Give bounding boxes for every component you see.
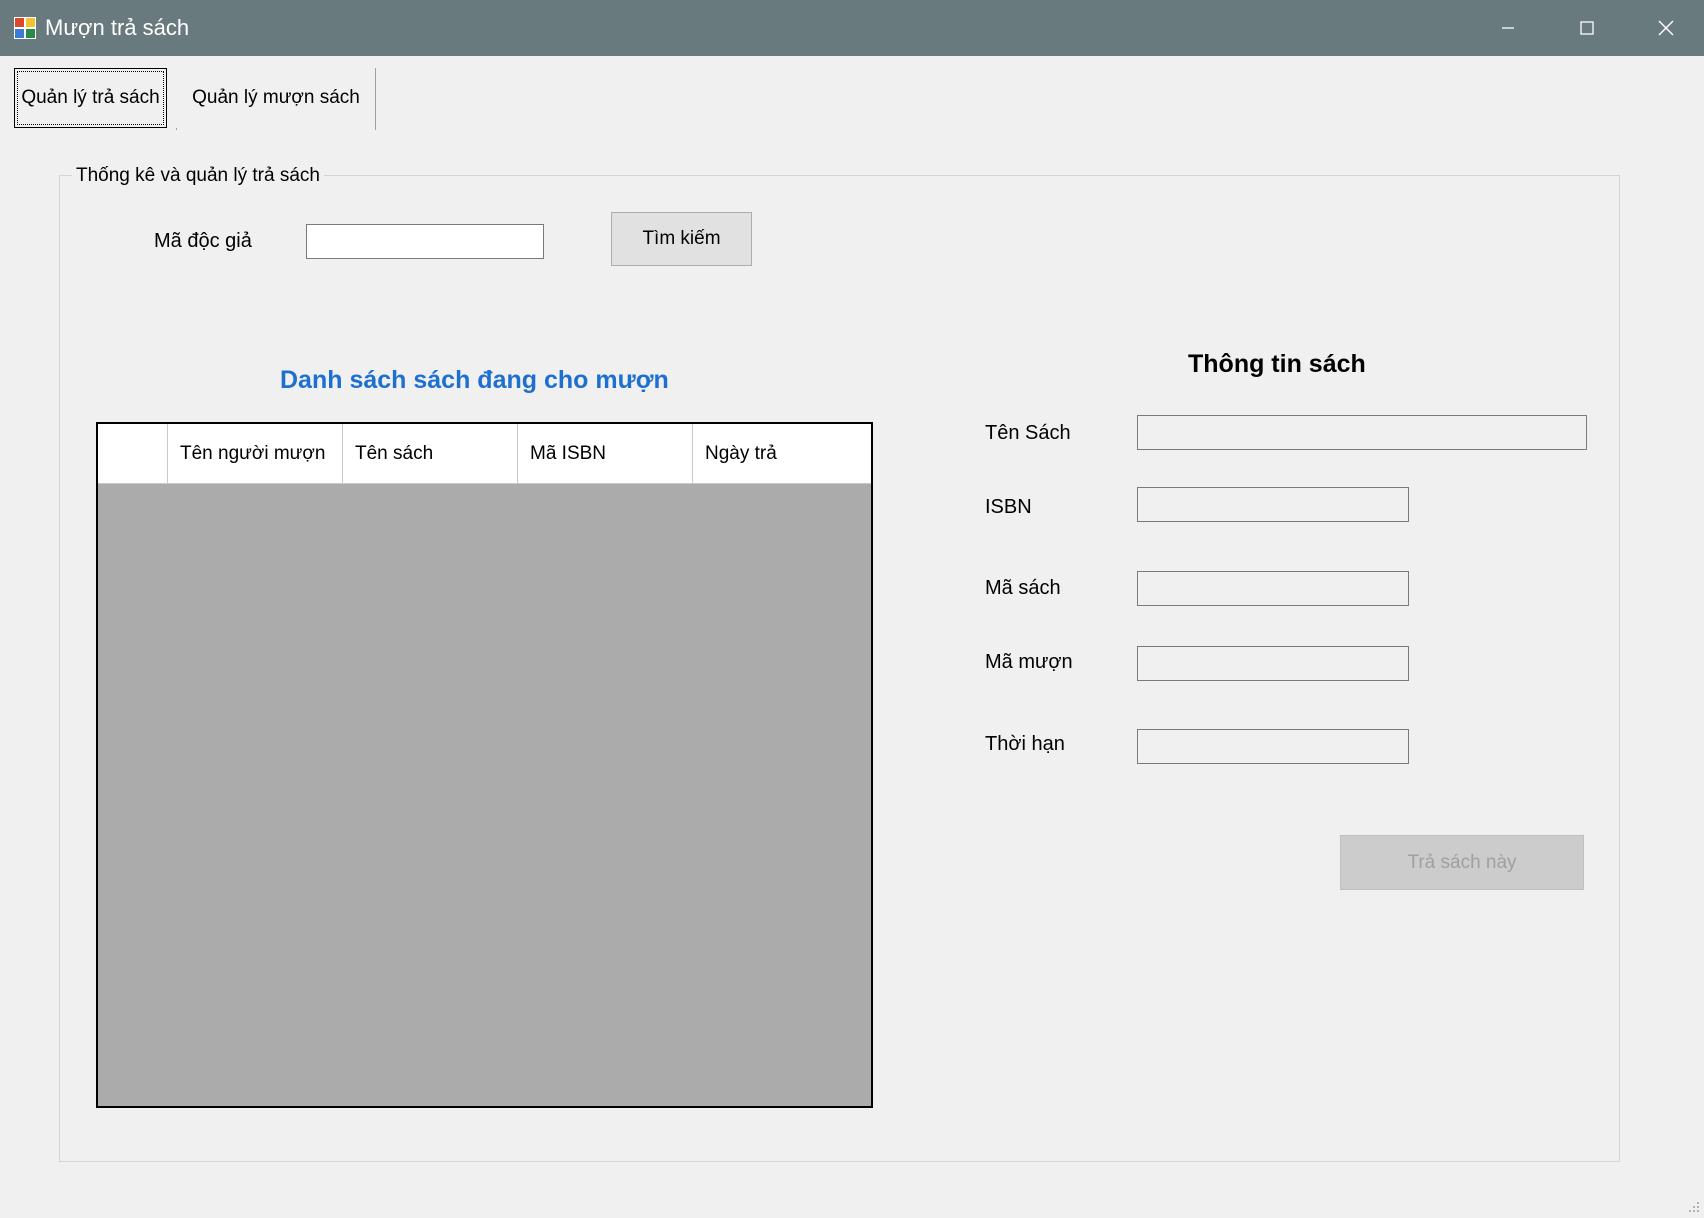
close-icon bbox=[1658, 20, 1674, 36]
minimize-icon bbox=[1502, 27, 1514, 29]
loan-id-label: Mã mượn bbox=[985, 651, 1073, 673]
return-book-button[interactable]: Trả sách này bbox=[1340, 835, 1584, 890]
tab-quan-ly-muon-sach[interactable]: Quản lý mượn sách bbox=[176, 68, 376, 128]
title-bar[interactable]: Mượn trả sách bbox=[0, 0, 1704, 56]
close-button[interactable] bbox=[1626, 0, 1704, 56]
search-button[interactable]: Tìm kiếm bbox=[611, 212, 752, 266]
row-header-cell bbox=[98, 424, 168, 483]
tab-quan-ly-tra-sach[interactable]: Quản lý trả sách bbox=[14, 68, 167, 128]
isbn-field[interactable] bbox=[1137, 487, 1409, 522]
due-date-field[interactable] bbox=[1137, 729, 1409, 764]
table-header: Tên người mượn Tên sách Mã ISBN Ngày trả bbox=[98, 424, 871, 484]
list-title: Danh sách sách đang cho mượn bbox=[280, 366, 669, 394]
group-title: Thống kê và quản lý trả sách bbox=[72, 164, 324, 188]
resize-grip-icon[interactable] bbox=[1688, 1200, 1700, 1212]
tab-divider bbox=[375, 68, 376, 130]
window-title: Mượn trả sách bbox=[45, 15, 190, 40]
minimize-button[interactable] bbox=[1468, 0, 1548, 56]
reader-id-label: Mã độc giả bbox=[154, 230, 252, 252]
borrowed-books-table[interactable]: Tên người mượn Tên sách Mã ISBN Ngày trả bbox=[96, 422, 873, 1108]
book-info-title: Thông tin sách bbox=[1188, 350, 1366, 378]
app-icon bbox=[14, 17, 36, 39]
column-header-borrower-name[interactable]: Tên người mượn bbox=[168, 424, 343, 483]
column-header-return-date[interactable]: Ngày trả bbox=[693, 424, 871, 483]
maximize-icon bbox=[1580, 21, 1594, 35]
loan-id-field[interactable] bbox=[1137, 646, 1409, 681]
column-header-book-title[interactable]: Tên sách bbox=[343, 424, 518, 483]
book-id-label: Mã sách bbox=[985, 577, 1061, 599]
due-date-label: Thời hạn bbox=[985, 733, 1065, 755]
column-header-isbn[interactable]: Mã ISBN bbox=[518, 424, 693, 483]
isbn-label: ISBN bbox=[985, 496, 1032, 518]
maximize-button[interactable] bbox=[1547, 0, 1627, 56]
book-id-field[interactable] bbox=[1137, 571, 1409, 606]
book-title-label: Tên Sách bbox=[985, 422, 1071, 444]
book-title-field[interactable] bbox=[1137, 415, 1587, 450]
reader-id-input[interactable] bbox=[306, 224, 544, 259]
